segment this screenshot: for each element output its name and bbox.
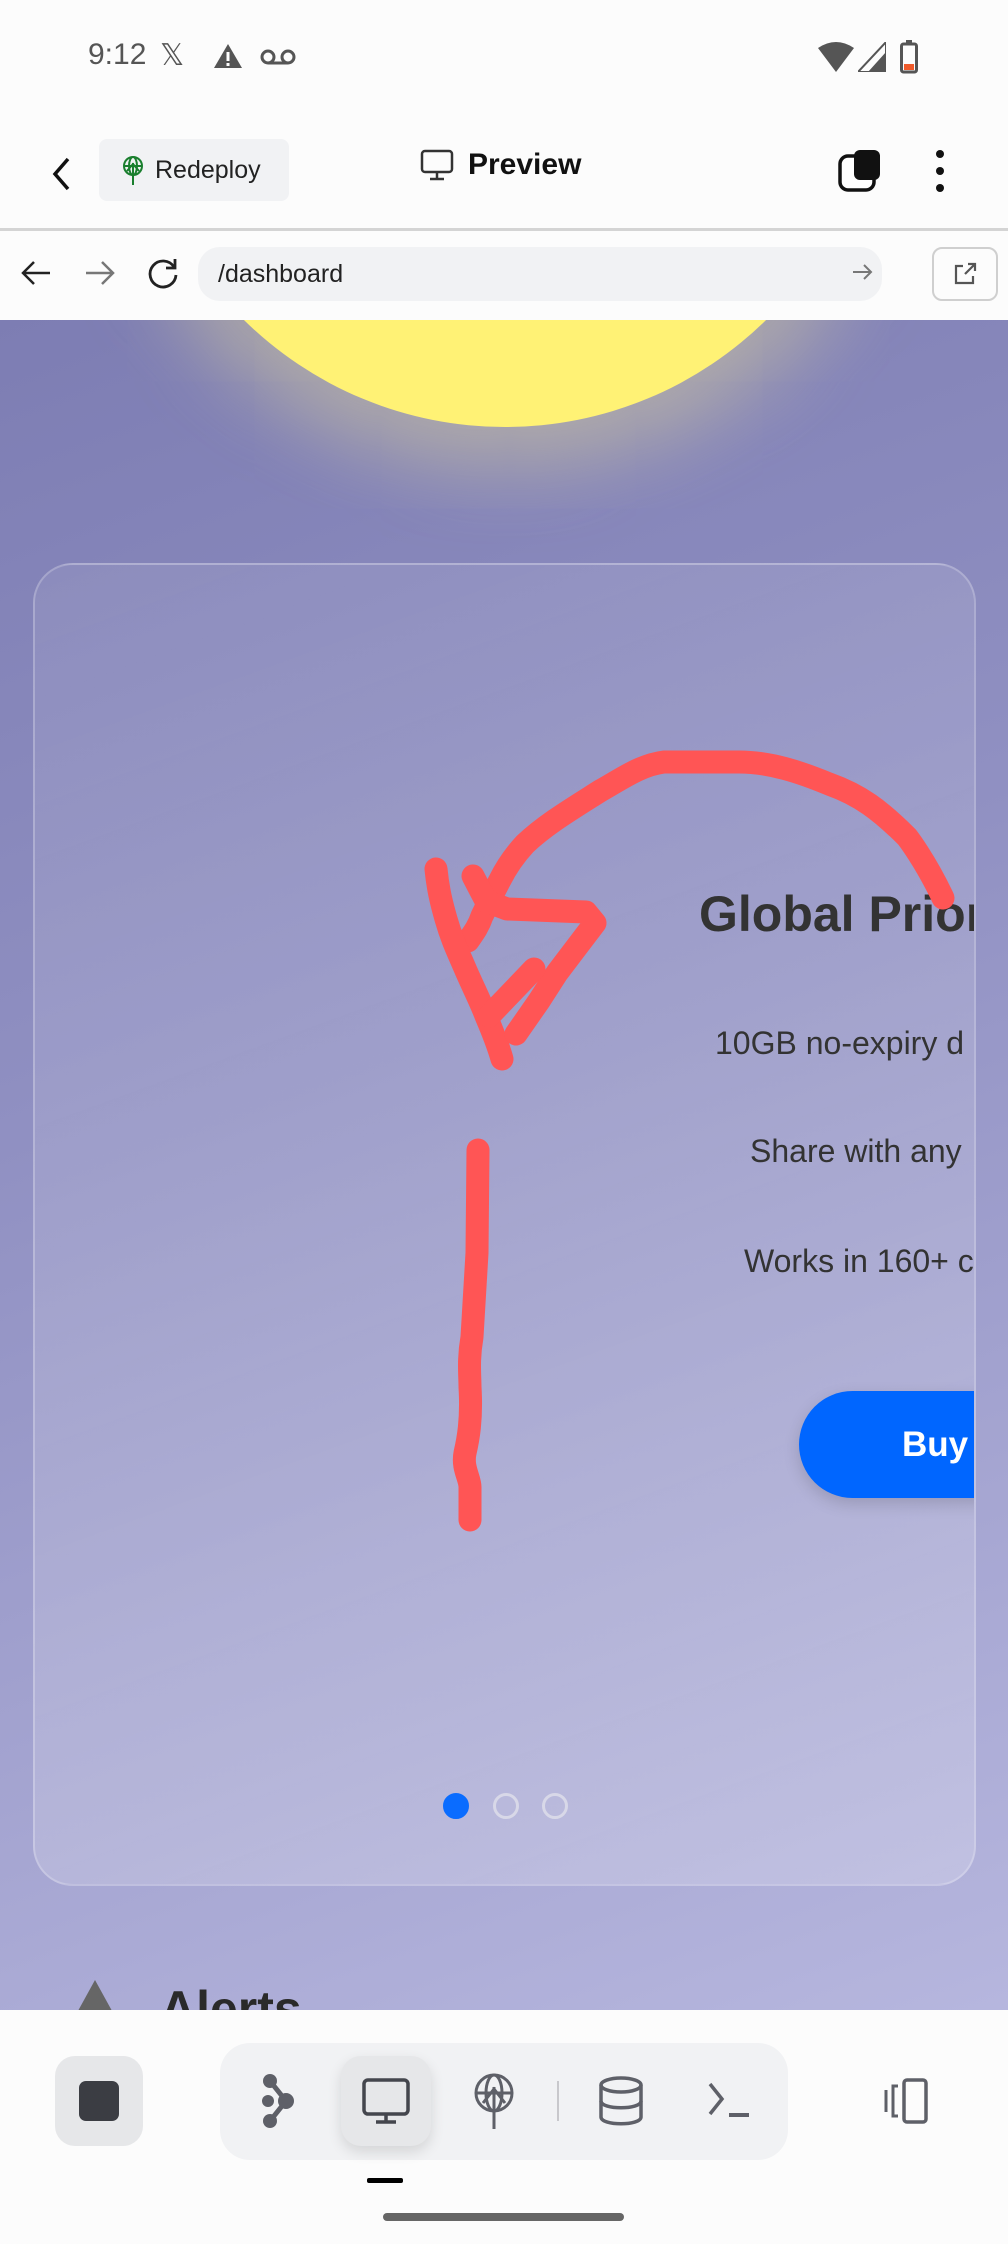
promo-card: Global Prior 10GB no-expiry d Share with… (33, 563, 976, 1886)
card-title: Global Prior (699, 886, 976, 942)
redeploy-button[interactable]: Redeploy (99, 139, 289, 201)
arrow-left-icon[interactable] (20, 259, 52, 287)
deploy-globe-icon (123, 156, 143, 185)
view-switcher (220, 2043, 788, 2160)
preview-button[interactable] (341, 2056, 431, 2146)
page-title-text: Preview (468, 148, 582, 181)
alert-warning-icon (78, 1980, 112, 2010)
voicemail-icon (260, 49, 296, 65)
web-content: Global Prior 10GB no-expiry d Share with… (0, 320, 1008, 2010)
x-logo-icon: 𝕏 (160, 39, 185, 72)
device-toggle-icon[interactable] (884, 2078, 936, 2124)
deploy-globe-icon (474, 2073, 514, 2129)
card-feature-1: 10GB no-expiry d (715, 1025, 965, 1061)
kebab-icon[interactable] (932, 148, 948, 194)
stop-button[interactable] (55, 2056, 143, 2146)
carousel-dot-3[interactable] (542, 1793, 568, 1819)
database-button[interactable] (576, 2056, 666, 2146)
external-link-icon (954, 262, 977, 285)
monitor-icon (420, 149, 454, 181)
stop-icon (79, 2081, 119, 2121)
monitor-icon (362, 2078, 410, 2124)
reload-icon[interactable] (146, 257, 180, 291)
switcher-divider (557, 2081, 559, 2121)
home-indicator[interactable] (383, 2213, 624, 2221)
battery-low-icon (900, 40, 918, 74)
card-feature-2: Share with any (750, 1133, 962, 1169)
redeploy-label: Redeploy (155, 155, 261, 184)
sun-decoration (133, 320, 877, 427)
graph-button[interactable] (233, 2056, 323, 2146)
database-icon (599, 2076, 643, 2126)
carousel-dot-1[interactable] (443, 1793, 469, 1819)
page-title: Preview (420, 148, 581, 182)
url-input[interactable]: /dashboard (198, 247, 882, 301)
open-external-button[interactable] (932, 247, 998, 301)
alerts-heading: Alerts (160, 1981, 302, 2010)
terminal-icon (708, 2082, 749, 2117)
url-text: /dashboard (218, 260, 344, 288)
active-indicator (367, 2178, 403, 2183)
status-bar: 9:12 𝕏 (0, 0, 1008, 120)
terminal-button[interactable] (684, 2056, 774, 2146)
status-time: 9:12 (88, 38, 147, 71)
chevron-left-icon[interactable] (50, 156, 74, 192)
arrow-right-icon[interactable] (84, 259, 116, 287)
buy-button[interactable]: Buy (799, 1391, 974, 1498)
carousel-dot-2[interactable] (493, 1793, 519, 1819)
tabs-icon[interactable] (838, 148, 884, 194)
warning-icon (214, 44, 242, 68)
wifi-icon (818, 42, 854, 72)
graph-nodes-icon (262, 2074, 294, 2128)
signal-icon (858, 42, 886, 72)
deploy-button[interactable] (449, 2056, 539, 2146)
card-feature-3: Works in 160+ c (744, 1243, 974, 1279)
go-arrow-icon[interactable] (852, 262, 874, 282)
